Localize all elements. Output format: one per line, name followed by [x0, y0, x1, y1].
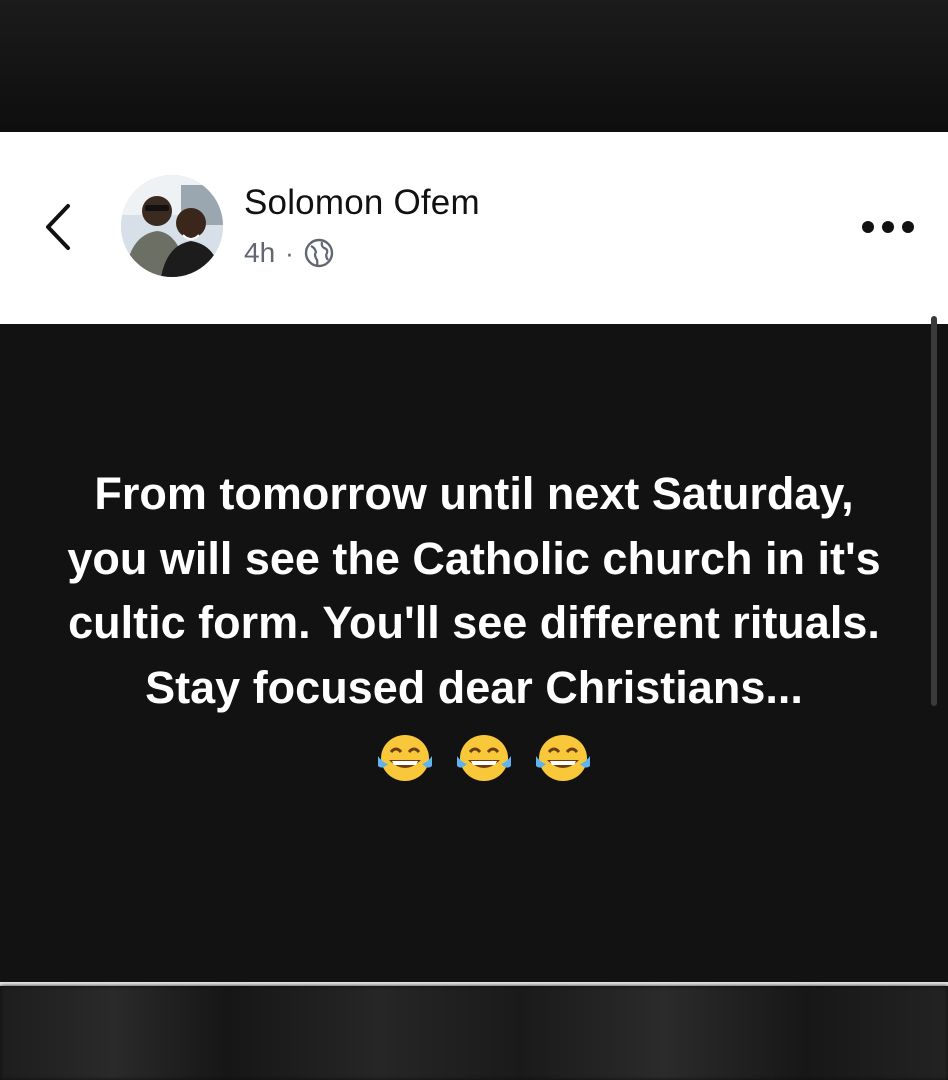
author-name[interactable]: Solomon Ofem: [244, 183, 480, 223]
scrollbar[interactable]: [931, 316, 937, 706]
face-with-tears-of-joy-icon: [535, 734, 590, 781]
post-content: From tomorrow until next Saturday, you w…: [0, 316, 948, 982]
top-status-area: [0, 0, 948, 132]
chevron-left-icon: [46, 204, 70, 250]
post-text: From tomorrow until next Saturday, you w…: [67, 468, 881, 713]
face-with-tears-of-joy-icon: [378, 734, 433, 781]
post-header: Solomon Ofem 4h ·: [0, 132, 948, 324]
emoji-group: [368, 723, 591, 788]
avatar[interactable]: [121, 175, 223, 277]
face-with-tears-of-joy-icon: [457, 734, 511, 781]
more-options-icon: [902, 221, 914, 233]
globe-icon: [304, 238, 334, 268]
more-options-button[interactable]: [862, 216, 914, 238]
back-button[interactable]: [38, 200, 82, 254]
post-meta: 4h ·: [244, 234, 334, 272]
more-options-icon: [862, 221, 874, 233]
post-text-block: From tomorrow until next Saturday, you w…: [60, 462, 888, 787]
profile-photo: [121, 175, 223, 277]
next-content-preview: [0, 986, 948, 1080]
more-options-icon: [882, 221, 894, 233]
meta-separator: ·: [285, 237, 294, 268]
post-time[interactable]: 4h: [244, 237, 275, 269]
